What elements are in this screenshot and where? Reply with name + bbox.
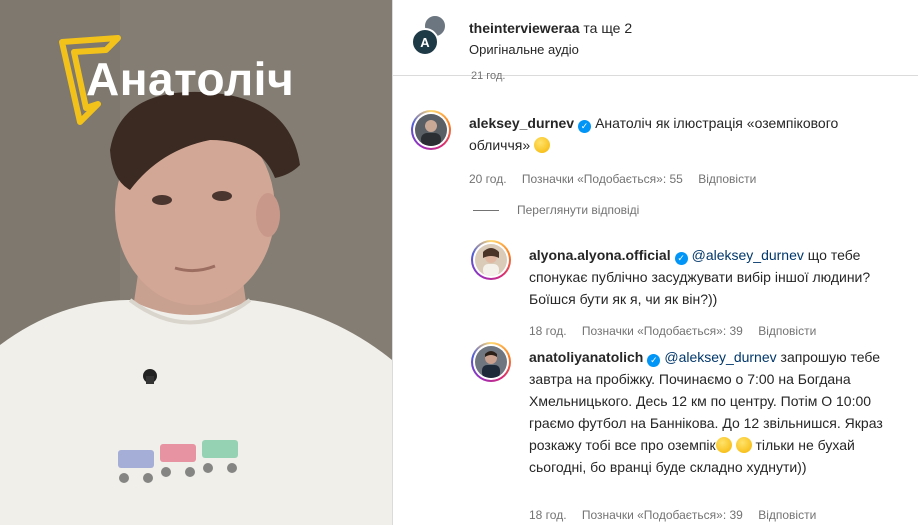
view-replies-button[interactable]: Переглянути відповіді	[473, 203, 639, 217]
smile-emoji-icon	[735, 437, 752, 453]
reply-time: 18 год.	[529, 508, 567, 522]
reply-text: спонукає публічно засуджувати вибір іншо…	[529, 269, 871, 307]
reply-meta: 18 год. Позначки «Подобається»: 39 Відпо…	[529, 324, 909, 338]
author-avatar[interactable]: A	[411, 28, 439, 56]
commenter-avatar[interactable]	[411, 110, 451, 150]
divider	[473, 209, 499, 211]
video-frame[interactable]: Анатоліч	[0, 0, 392, 525]
comments-panel: A theintervieweraa та ще 2 Оригінальне а…	[392, 0, 918, 525]
comment-likes[interactable]: Позначки «Подобається»: 55	[522, 172, 683, 186]
smile-emoji-icon	[715, 437, 732, 453]
reply-button[interactable]: Відповісти	[758, 324, 816, 338]
audio-label[interactable]: Оригінальне аудіо	[469, 42, 579, 57]
comment-meta: 20 год. Позначки «Подобається»: 55 Відпо…	[469, 172, 899, 186]
author-username[interactable]: theintervieweraa	[469, 20, 580, 36]
reply-time: 18 год.	[529, 324, 567, 338]
reply-avatar[interactable]	[471, 342, 511, 382]
mention-link[interactable]: @aleksey_durnev	[692, 247, 804, 263]
reply-username[interactable]: anatoliyanatolich	[529, 349, 643, 365]
brand-title: Анатоліч	[86, 53, 295, 105]
reply-body: alyona.alyona.official ✓ @aleksey_durnev щ…	[529, 244, 897, 310]
reply-username[interactable]: alyona.alyona.official	[529, 247, 671, 263]
post-header: A theintervieweraa та ще 2 Оригінальне а…	[393, 0, 918, 76]
view-replies-label[interactable]: Переглянути відповіді	[517, 203, 639, 217]
comment-time: 20 год.	[469, 172, 507, 186]
sad-face-emoji-icon	[534, 137, 551, 153]
reply-button[interactable]: Відповісти	[698, 172, 756, 186]
reply-likes[interactable]: Позначки «Подобається»: 39	[582, 324, 743, 338]
reply-text-start: що тебе	[807, 247, 861, 263]
coauthors-label[interactable]: та ще 2	[583, 20, 632, 36]
reply-text-start: запрошую	[780, 349, 847, 365]
author-avatars[interactable]: A	[411, 14, 451, 56]
comment-username[interactable]: aleksey_durnev	[469, 115, 574, 131]
reply-likes[interactable]: Позначки «Подобається»: 39	[582, 508, 743, 522]
verified-badge-icon: ✓	[578, 120, 592, 133]
reply-meta: 18 год. Позначки «Подобається»: 39 Відпо…	[529, 508, 909, 522]
reply-avatar[interactable]	[471, 240, 511, 280]
mention-link[interactable]: @aleksey_durnev	[664, 349, 776, 365]
reply-body: anatoliyanatolich ✓ @aleksey_durnev запрош…	[529, 346, 899, 478]
previous-comment-time: 21 год.	[471, 70, 506, 82]
reply-button[interactable]: Відповісти	[758, 508, 816, 522]
post-authors[interactable]: theintervieweraa та ще 2	[469, 20, 632, 36]
verified-badge-icon: ✓	[674, 252, 688, 265]
comment-body: aleksey_durnev ✓ Анатоліч як ілюстрація «о…	[469, 112, 899, 156]
verified-badge-icon: ✓	[647, 354, 661, 367]
